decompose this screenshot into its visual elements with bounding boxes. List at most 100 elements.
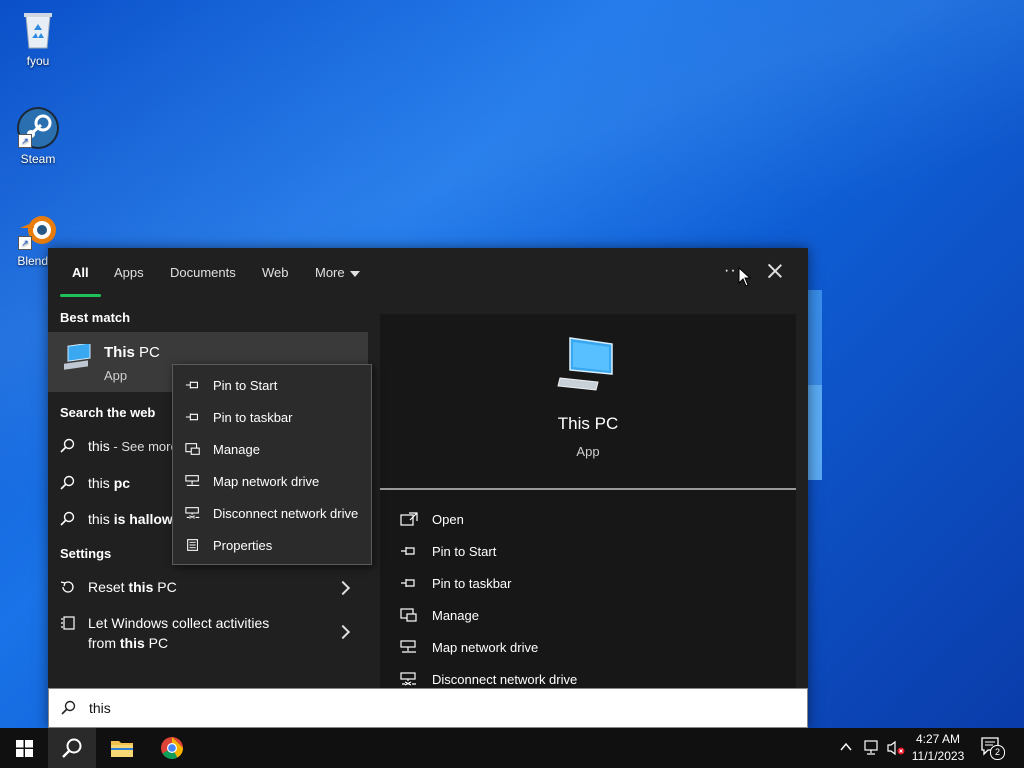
chevron-down-icon [349,270,360,277]
shortcut-arrow-icon: ↗ [18,134,32,148]
close-icon[interactable] [766,262,784,280]
active-tab-indicator [60,294,101,297]
tab-more-label: More [315,265,345,280]
clock-date[interactable]: 11/1/2023 [908,749,968,763]
desktop-icon-label: Steam [20,152,56,166]
chevron-right-icon [335,624,351,640]
tab-documents[interactable]: Documents [170,265,236,280]
taskbar-chrome[interactable] [148,728,196,768]
desktop-icon-steam[interactable]: ↗ Steam [0,106,76,166]
preview-divider [380,488,796,490]
settings-bold: this [128,579,154,595]
desktop-icon-recycle-bin[interactable]: fyou [0,8,76,68]
computer-icon [557,337,613,391]
settings-result-label: Reset this PC [88,579,177,595]
tab-apps[interactable]: Apps [114,265,144,280]
settings-bold: this [119,635,145,651]
context-manage[interactable]: Manage [173,433,371,465]
notification-count-badge: 2 [990,745,1005,760]
shortcut-arrow-icon: ↗ [18,236,32,250]
context-pin-taskbar[interactable]: Pin to taskbar [173,401,371,433]
context-map-drive[interactable]: Map network drive [173,465,371,497]
web-result-text: this [88,438,110,454]
speaker-muted-icon[interactable] [886,740,906,756]
open-icon [400,512,418,526]
manage-icon [400,608,417,622]
recycle-bin-icon [16,8,60,52]
settings-text: from [88,635,120,651]
properties-icon [187,539,198,551]
disconnect-drive-icon [185,507,200,519]
settings-text: PC [144,635,169,651]
preview-subtitle: App [576,444,600,459]
chevron-up-icon[interactable] [840,742,852,752]
settings-result-reset[interactable]: Reset this PC [48,571,368,603]
tab-more[interactable]: More [315,265,360,280]
web-result-bold: pc [113,475,131,491]
preview-title: This PC [557,414,619,433]
disconnect-drive-icon [400,672,416,686]
search-input[interactable]: this [48,688,808,728]
best-match-title-bold: This [104,344,135,361]
search-icon [60,475,75,490]
action-label: Manage [432,608,479,623]
pin-icon [401,547,415,555]
best-match-title-rest: PC [134,344,160,361]
context-item-label: Disconnect network drive [213,506,359,521]
tab-all[interactable]: All [72,265,89,280]
search-icon [60,438,75,453]
network-drive-icon [400,640,416,653]
chevron-right-icon [335,580,351,596]
settings-text: Reset [88,579,129,595]
steam-icon: ↗ [16,106,60,150]
context-disconnect-drive[interactable]: Disconnect network drive [173,497,371,529]
context-item-label: Properties [213,538,273,553]
computer-icon [64,344,91,370]
pin-icon [401,579,415,587]
search-icon [62,738,82,758]
context-properties[interactable]: Properties [173,529,371,561]
tab-web[interactable]: Web [262,265,289,280]
folder-icon [111,741,133,757]
action-label: Open [432,512,464,527]
notification-center-button[interactable]: 2 [980,736,1008,760]
start-button[interactable] [0,728,48,768]
search-tabs: All Apps Documents Web More ··· [48,248,808,300]
network-drive-icon [185,475,200,486]
context-item-label: Pin to Start [213,378,278,393]
taskbar-file-explorer[interactable] [98,728,146,768]
settings-header: Settings [60,546,112,561]
action-label: Pin to taskbar [432,576,512,591]
reset-icon [60,581,74,593]
windows-logo-icon [16,740,33,757]
context-item-label: Map network drive [213,474,320,489]
search-icon [61,700,76,715]
chrome-icon [161,737,183,759]
clock-time[interactable]: 4:27 AM [908,732,968,746]
context-menu: Pin to Start Pin to taskbar Manage Map n… [172,364,372,565]
search-query: this [89,700,111,716]
action-label: Disconnect network drive [432,672,578,687]
settings-result-label: Let Windows collect activities from this … [88,613,318,653]
best-match-header: Best match [60,310,131,325]
wallpaper-window-glow [808,385,822,480]
pin-icon [185,381,198,389]
preview-pane: This PC App Open Pin to Start Pin to tas… [380,314,796,688]
mouse-cursor-icon [738,267,752,287]
pin-icon [185,413,198,421]
taskbar-search-button[interactable] [48,728,96,768]
settings-text: Let Windows collect activities [88,615,270,631]
web-header: Search the web [60,405,156,420]
blender-icon: ↗ [16,208,60,252]
web-result-text: this [88,511,114,527]
settings-text: PC [153,579,177,595]
context-item-label: Manage [213,442,260,457]
network-icon[interactable] [862,740,880,756]
settings-result-activities[interactable]: Let Windows collect activities from this … [48,607,368,651]
desktop-icon-label: fyou [26,54,50,68]
action-label: Pin to Start [432,544,497,559]
action-label: Map network drive [432,640,539,655]
context-pin-start[interactable]: Pin to Start [173,369,371,401]
context-item-label: Pin to taskbar [213,410,293,425]
search-panel: All Apps Documents Web More ··· Best mat… [48,248,808,728]
